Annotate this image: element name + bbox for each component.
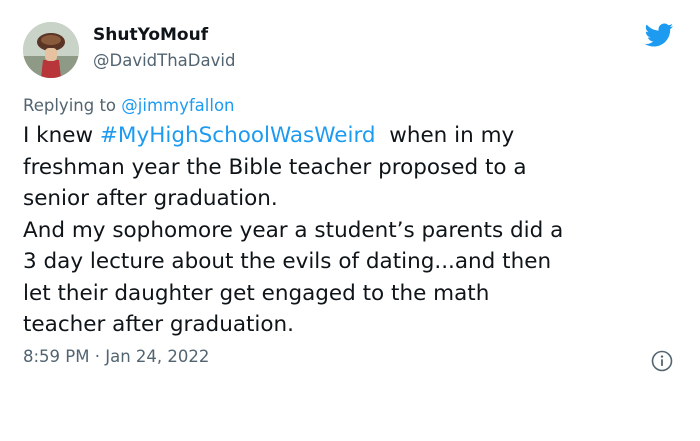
display-name[interactable]: ShutYoMouf [93,25,208,45]
user-handle[interactable]: @DavidThaDavid [93,51,235,70]
tweet-line-4: And my sophomore year a student’s parent… [23,217,564,243]
tweet-line-6: let their daughter get engaged to the ma… [23,280,490,306]
hashtag-link[interactable]: #MyHighSchoolWasWeird [100,123,376,148]
replying-to: Replying to @jimmyfallon [23,96,235,115]
tweet-card: ShutYoMouf @DavidThaDavid Replying to @j… [0,0,700,441]
avatar[interactable] [23,22,79,78]
tweet-line-1: I knew #MyHighSchoolWasWeird when in my [23,120,683,152]
tweet-line-3: senior after graduation. [23,186,278,211]
info-icon[interactable] [651,350,673,372]
tweet-line-5: 3 day lecture about the evils of dating.… [23,249,552,274]
twitter-bird-icon[interactable] [640,20,677,50]
tweet-line-2: freshman year the Bible teacher proposed… [23,154,527,180]
tweet-text: I knew #MyHighSchoolWasWeird when in my … [23,120,683,341]
mention-link[interactable]: @jimmyfallon [121,96,234,115]
replying-to-label: Replying to [23,96,122,115]
avatar-image [23,22,79,78]
tweet-line-1-start: I knew [23,123,100,148]
tweet-line-7: teacher after graduation. [23,312,295,337]
timestamp-link[interactable]: 8:59 PM · Jan 24, 2022 [23,347,209,366]
tweet-line-1-end: when in my [375,123,515,148]
